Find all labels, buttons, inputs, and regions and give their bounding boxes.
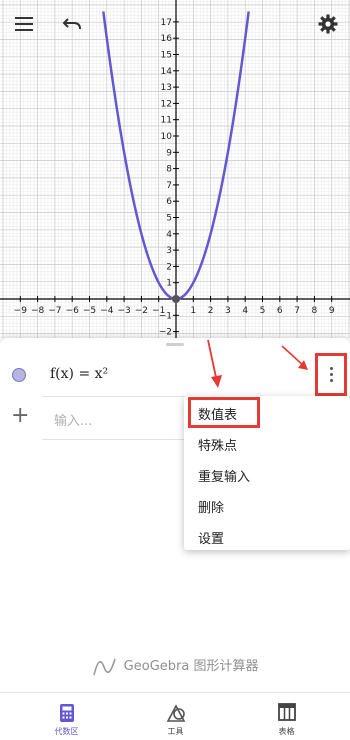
y-tick-label: 12	[161, 99, 172, 109]
annotation-highlight-box	[188, 397, 260, 428]
undo-button[interactable]	[57, 9, 87, 39]
x-tick-label: −5	[83, 306, 96, 316]
tab-algebra[interactable]: 代数区	[8, 693, 125, 740]
menu-button[interactable]	[9, 9, 39, 39]
calculator-icon	[59, 704, 74, 722]
y-tick-label: 11	[161, 116, 172, 126]
x-tick-label: 3	[225, 306, 231, 316]
tab-table[interactable]: 表格	[228, 693, 345, 740]
menu-item-special-points[interactable]: 特殊点	[198, 435, 237, 454]
plus-icon[interactable]: +	[11, 405, 29, 427]
more-vert-icon-dot	[329, 379, 333, 382]
x-tick-label: 2	[208, 306, 214, 316]
x-tick-label: 6	[277, 306, 283, 316]
more-vert-icon	[329, 367, 333, 370]
vertex-point	[172, 295, 180, 303]
y-tick-label: 10	[161, 132, 173, 142]
menu-item-settings[interactable]: 设置	[198, 528, 224, 547]
x-tick-label: −4	[100, 306, 114, 316]
y-tick-label: 3	[166, 246, 172, 256]
undo-icon	[62, 18, 81, 30]
algebra-input[interactable]: 输入...	[54, 410, 92, 429]
y-tick-label: 1	[166, 279, 172, 289]
x-tick-label: −9	[14, 306, 28, 316]
more-options-button[interactable]	[315, 353, 347, 396]
menu-item-delete[interactable]: 删除	[198, 497, 224, 516]
tab-tools-label: 工具	[167, 727, 184, 736]
y-tick-label: 5	[166, 214, 172, 224]
app-branding: GeoGebra 图形计算器	[0, 655, 350, 677]
tab-tools[interactable]: 工具	[117, 693, 234, 740]
x-tick-label: 5	[260, 306, 266, 316]
x-tick-label: 8	[312, 306, 318, 316]
branding-text: GeoGebra 图形计算器	[123, 659, 259, 674]
y-tick-label: 4	[166, 230, 172, 240]
tab-algebra-label: 代数区	[54, 727, 79, 736]
y-tick-label: −1	[159, 311, 172, 321]
x-tick-label: −6	[66, 306, 80, 316]
settings-button[interactable]	[313, 9, 343, 39]
y-tick-label: 13	[161, 83, 172, 93]
x-tick-label: −2	[135, 306, 148, 316]
y-tick-label: 17	[161, 18, 172, 28]
y-tick-label: 15	[161, 51, 172, 61]
x-tick-label: 1	[190, 306, 196, 316]
tab-table-label: 表格	[278, 727, 295, 736]
drag-handle[interactable]	[166, 343, 184, 346]
tools-icon	[166, 704, 185, 722]
x-tick-label: −3	[117, 306, 130, 316]
visibility-toggle[interactable]	[12, 368, 26, 382]
y-tick-label: 8	[166, 165, 172, 175]
annotation-arrow	[207, 339, 222, 388]
table-icon	[277, 703, 296, 721]
menu-item-duplicate[interactable]: 重复输入	[198, 466, 250, 485]
y-tick-label: 14	[161, 67, 173, 77]
function-expression[interactable]: f(x) = x²	[50, 366, 108, 382]
coordinate-grid[interactable]: −9 −8 −7 −6 −5 −4 −3 −2 −1 1 2 3 4 5 6 7 8 91716151413121…	[0, 0, 350, 338]
gear-icon	[318, 14, 338, 34]
bottom-navigation: 代数区 工具 表格	[0, 692, 350, 740]
graphics-view[interactable]: −9 −8 −7 −6 −5 −4 −3 −2 −1 1 2 3 4 5 6 7 8 9 17 16 15 14 13 12 1…	[0, 0, 350, 338]
hamburger-icon	[15, 17, 33, 31]
x-tick-label: 4	[242, 306, 248, 316]
y-tick-label: 16	[161, 34, 173, 44]
more-vert-icon-dot	[329, 373, 333, 376]
x-tick-label: −8	[31, 306, 45, 316]
y-tick-label: 9	[166, 148, 172, 158]
x-tick-label: 7	[294, 306, 300, 316]
x-tick-label: 9	[329, 306, 335, 316]
y-tick-label: 2	[166, 262, 172, 272]
y-tick-label: 6	[166, 197, 172, 207]
y-tick-label: 7	[166, 181, 172, 191]
x-tick-label: −7	[48, 306, 61, 316]
geogebra-logo-icon	[92, 658, 116, 675]
annotation-arrow	[281, 345, 308, 370]
y-tick-label: −2	[159, 328, 172, 338]
